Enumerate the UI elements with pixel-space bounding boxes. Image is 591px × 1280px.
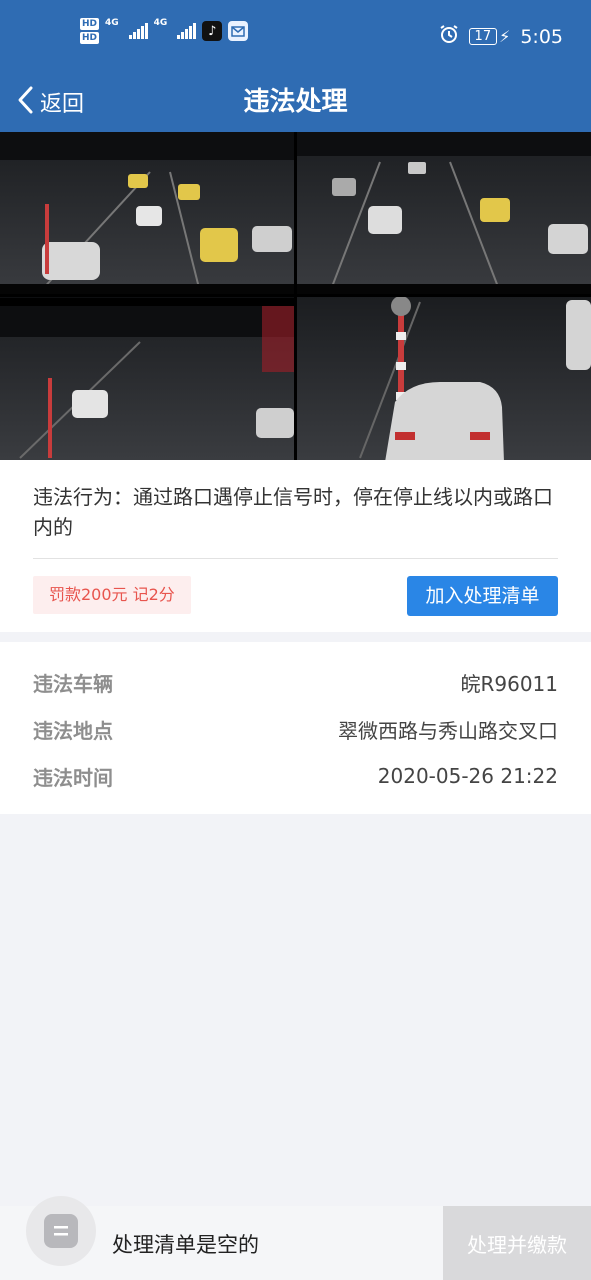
- list-icon: [44, 1214, 78, 1248]
- violation-card: 违法行为：通过路口遇停止信号时，停在停止线以内或路口内的 罚款200元 记2分 …: [0, 460, 591, 632]
- hd1-label: HD: [80, 18, 100, 30]
- vehicle-value: 皖R96011: [460, 671, 558, 696]
- time-value: 2020-05-26 21:22: [377, 764, 558, 788]
- page-title: 违法处理: [243, 87, 348, 117]
- process-and-pay-button[interactable]: 处理并缴款: [443, 1206, 591, 1280]
- divider: [33, 558, 558, 559]
- tiktok-icon: ♪: [202, 21, 223, 41]
- status-left: HD HD 4G 4G ♪: [80, 18, 249, 44]
- violation-details: 违法车辆 皖R96011 违法地点 翠微西路与秀山路交叉口 违法时间 2020-…: [0, 642, 591, 814]
- bottom-bar: 处理清单是空的 处理并缴款: [0, 1196, 591, 1280]
- hd-icon: HD HD: [80, 18, 100, 44]
- process-list-button[interactable]: [26, 1196, 96, 1266]
- violation-photo-2[interactable]: [297, 132, 591, 294]
- huawei-icon: [228, 21, 249, 41]
- violation-description: 违法行为：通过路口遇停止信号时，停在停止线以内或路口内的: [33, 485, 553, 539]
- location-label: 违法地点: [33, 718, 113, 743]
- clock-time: 5:05: [520, 25, 563, 48]
- violation-photos[interactable]: [0, 132, 591, 462]
- time-label: 违法时间: [33, 765, 113, 790]
- status-right: 17 ⚡ 5:05: [439, 24, 563, 49]
- battery-level: 17: [474, 29, 492, 44]
- detail-row-time: 违法时间 2020-05-26 21:22: [33, 758, 558, 794]
- add-to-list-button[interactable]: 加入处理清单: [407, 576, 558, 616]
- violation-photo-1[interactable]: [0, 132, 294, 294]
- detail-row-location: 违法地点 翠微西路与秀山路交叉口: [33, 711, 558, 747]
- empty-list-text: 处理清单是空的: [112, 1233, 259, 1257]
- nav-bar: 返回 违法处理: [0, 74, 591, 132]
- network-type-1: 4G: [105, 18, 119, 28]
- vehicle-label: 违法车辆: [33, 671, 113, 696]
- signal-icon: [177, 23, 197, 39]
- hd2-label: HD: [80, 32, 100, 44]
- battery-icon: 17: [468, 28, 498, 45]
- network-type-2: 4G: [153, 18, 168, 28]
- fine-badge: 罚款200元 记2分: [33, 576, 191, 614]
- charging-icon: ⚡: [499, 27, 511, 46]
- detail-row-vehicle: 违法车辆 皖R96011: [33, 664, 558, 700]
- violation-photo-4[interactable]: [297, 296, 591, 462]
- alarm-icon: [439, 24, 459, 49]
- signal-icon: [128, 23, 148, 39]
- status-bar: HD HD 4G 4G ♪ 17 ⚡ 5:05: [0, 0, 591, 74]
- violation-photo-3[interactable]: [0, 297, 294, 460]
- location-value: 翠微西路与秀山路交叉口: [338, 718, 558, 743]
